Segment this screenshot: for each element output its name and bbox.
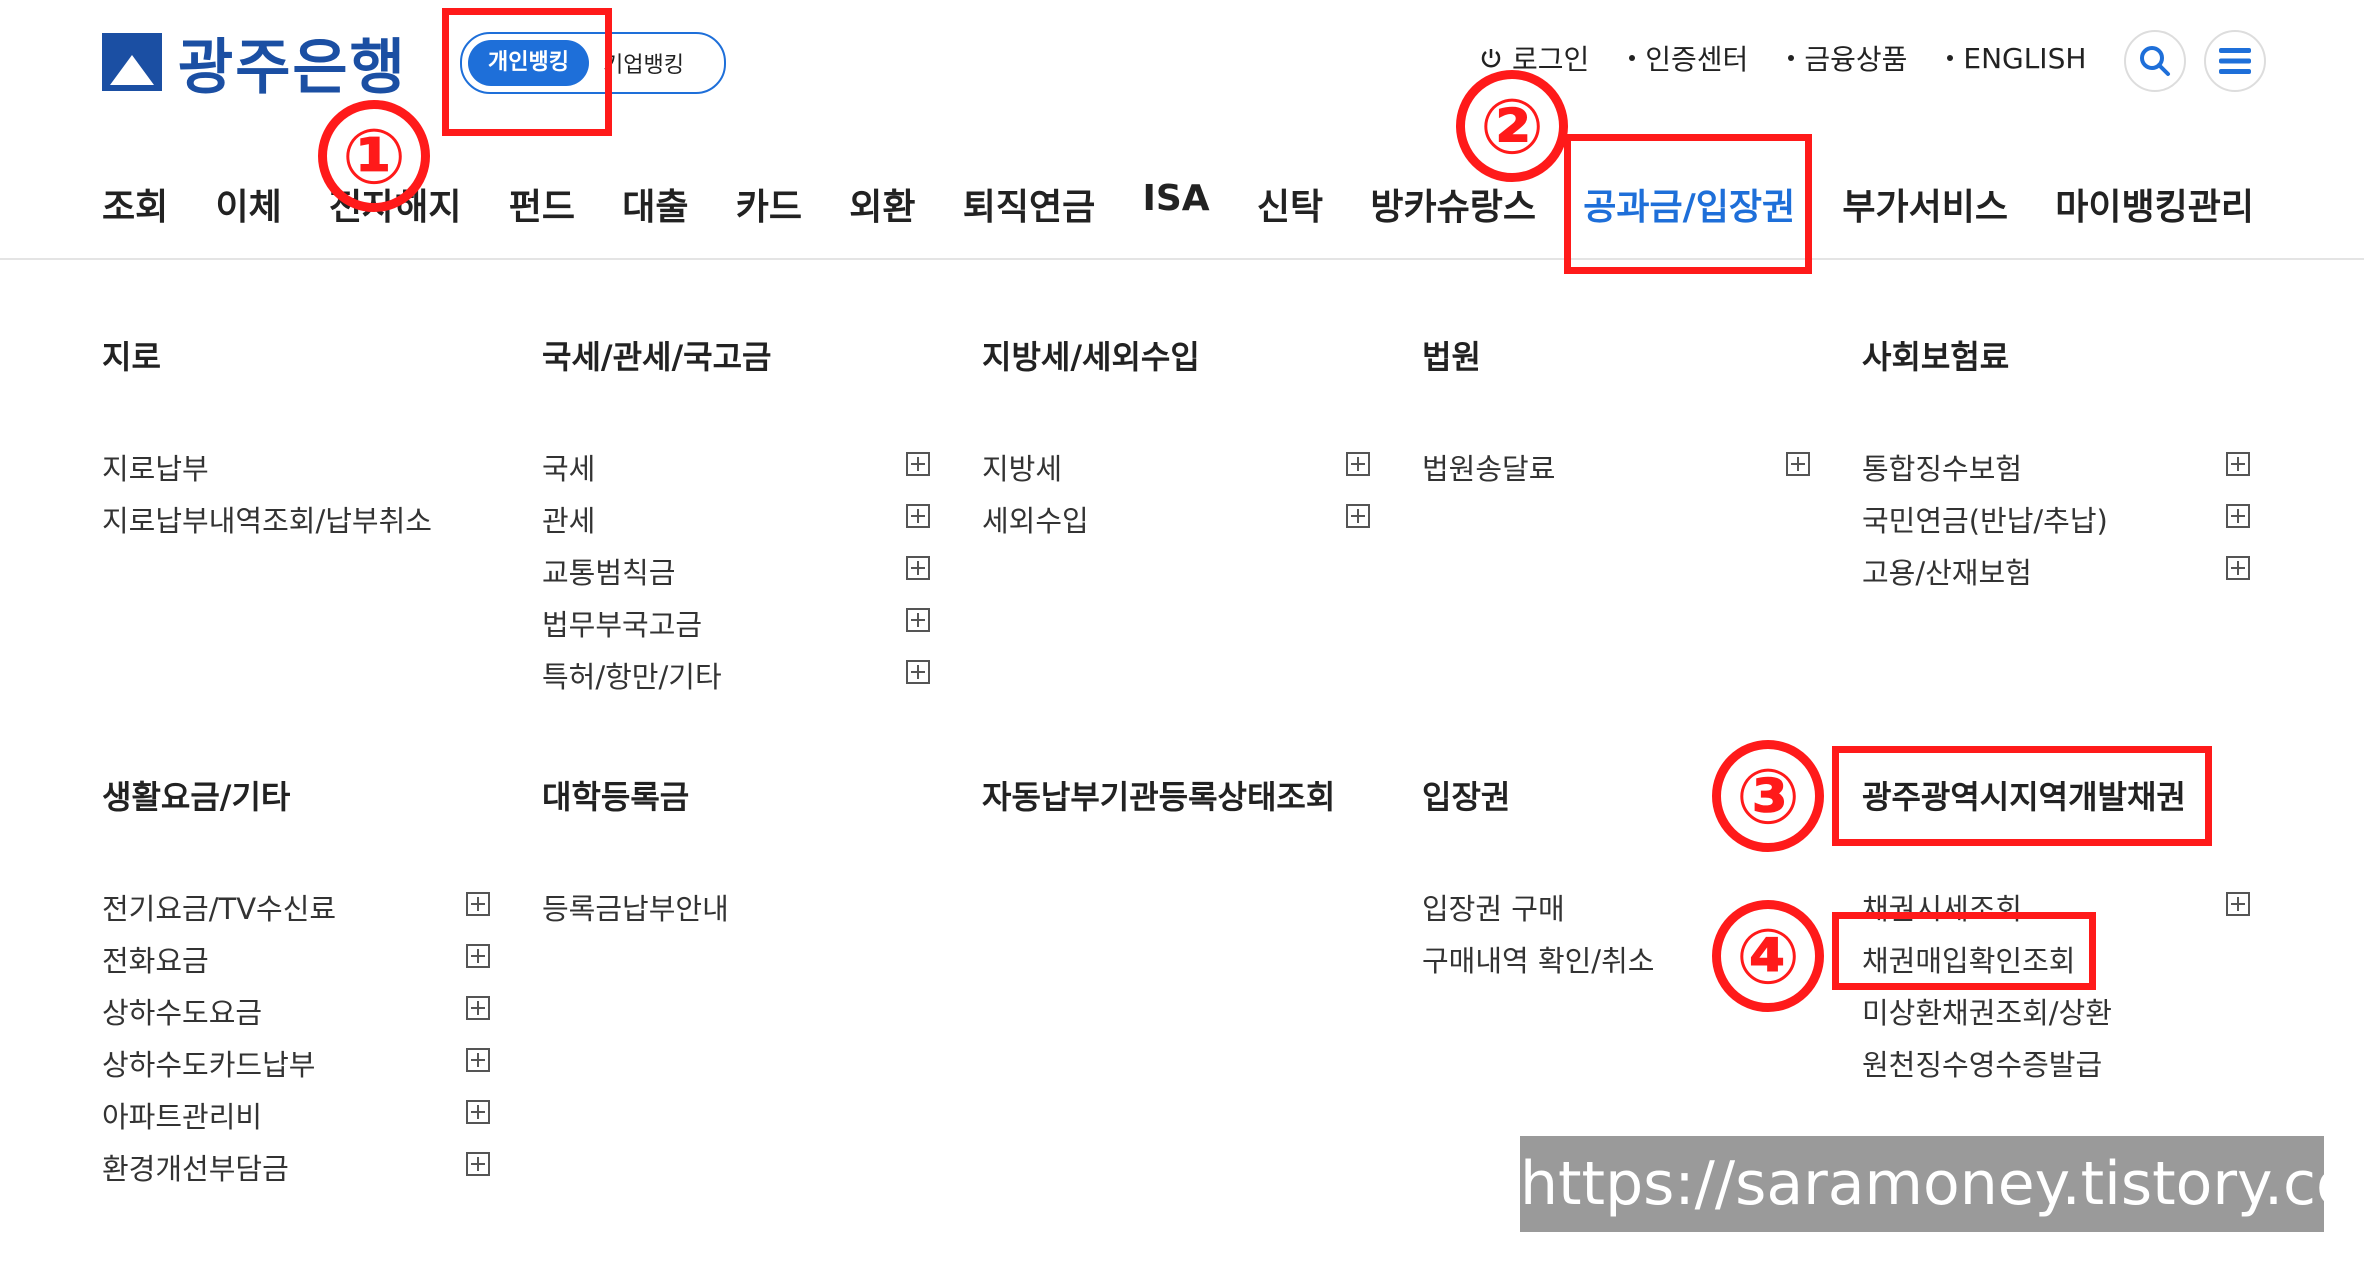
menu-item[interactable]: 환경개선부담금 <box>102 1146 289 1188</box>
expand-plus-icon[interactable] <box>906 556 930 580</box>
menu-item[interactable]: 특허/항만/기타 <box>542 654 722 696</box>
menu-item[interactable]: 상하수도요금 <box>102 990 262 1032</box>
power-icon <box>1481 49 1501 68</box>
bullet-icon <box>1788 55 1795 61</box>
menu-item[interactable]: 입장권 구매 <box>1422 886 1565 928</box>
menu-item[interactable]: 전화요금 <box>102 938 209 980</box>
nav-isa[interactable]: ISA <box>1142 178 1209 230</box>
nav-bancassurance[interactable]: 방카슈랑스 <box>1370 178 1536 230</box>
nav-extra-service[interactable]: 부가서비스 <box>1842 178 2008 230</box>
expand-plus-icon[interactable] <box>906 504 930 528</box>
menu-title-tuition[interactable]: 대학등록금 <box>542 772 689 818</box>
logo-mark-icon <box>102 33 162 91</box>
bullet-icon <box>1629 55 1636 61</box>
expand-plus-icon[interactable] <box>906 452 930 476</box>
menu-item[interactable]: 교통범칙금 <box>542 550 675 592</box>
annotation-box-3 <box>1832 746 2212 846</box>
english-label: ENGLISH <box>1963 41 2087 75</box>
menu-item[interactable]: 통합징수보험 <box>1862 446 2022 488</box>
menu-title-auto-pay[interactable]: 자동납부기관등록상태조회 <box>982 772 1335 818</box>
products-label: 금융상품 <box>1804 43 1908 76</box>
hamburger-icon <box>2219 48 2251 74</box>
menu-item[interactable]: 법무부국고금 <box>542 602 702 644</box>
search-icon <box>2140 46 2170 76</box>
menu-item[interactable]: 원천징수영수증발급 <box>1862 1042 2102 1084</box>
annotation-number-2: ② <box>1456 70 1568 182</box>
expand-plus-icon[interactable] <box>2226 504 2250 528</box>
expand-plus-icon[interactable] <box>2226 556 2250 580</box>
expand-plus-icon[interactable] <box>466 1152 490 1176</box>
cert-center-link[interactable]: 인증센터 <box>1629 38 1748 78</box>
nav-foreign-exchange[interactable]: 외환 <box>849 178 915 230</box>
expand-plus-icon[interactable] <box>906 660 930 684</box>
menu-item[interactable]: 세외수입 <box>982 498 1089 540</box>
annotation-box-1 <box>442 8 612 136</box>
annotation-number-4: ④ <box>1712 900 1824 1012</box>
expand-plus-icon[interactable] <box>1786 452 1810 476</box>
annotation-box-2 <box>1564 134 1812 274</box>
menu-title-court[interactable]: 법원 <box>1422 332 1481 378</box>
annotation-box-4 <box>1832 912 2096 990</box>
annotation-number-1: ① <box>318 100 430 212</box>
expand-plus-icon[interactable] <box>466 892 490 916</box>
nav-inquiry[interactable]: 조회 <box>102 178 168 230</box>
expand-plus-icon[interactable] <box>2226 892 2250 916</box>
menu-item[interactable]: 등록금납부안내 <box>542 886 729 928</box>
expand-plus-icon[interactable] <box>906 608 930 632</box>
menu-item[interactable]: 지방세 <box>982 446 1062 488</box>
annotation-number-3: ③ <box>1712 740 1824 852</box>
nav-fund[interactable]: 펀드 <box>509 178 575 230</box>
expand-plus-icon[interactable] <box>466 944 490 968</box>
utility-links: 로그인 인증센터 금융상품 ENGLISH <box>1480 38 2086 78</box>
main-navigation: 조회 이체 전자해지 펀드 대출 카드 외환 퇴직연금 ISA 신탁 방카슈랑스… <box>102 178 2254 230</box>
nav-pension[interactable]: 퇴직연금 <box>963 178 1095 230</box>
expand-plus-icon[interactable] <box>2226 452 2250 476</box>
menu-title-local-tax[interactable]: 지방세/세외수입 <box>982 332 1200 378</box>
expand-plus-icon[interactable] <box>466 1048 490 1072</box>
menu-item[interactable]: 상하수도카드납부 <box>102 1042 315 1084</box>
english-link[interactable]: ENGLISH <box>1947 38 2086 78</box>
menu-item[interactable]: 지로납부내역조회/납부취소 <box>102 498 432 540</box>
nav-loan[interactable]: 대출 <box>622 178 688 230</box>
expand-plus-icon[interactable] <box>466 1100 490 1124</box>
menu-title-national-tax[interactable]: 국세/관세/국고금 <box>542 332 771 378</box>
menu-title-ticket[interactable]: 입장권 <box>1422 772 1510 818</box>
nav-transfer[interactable]: 이체 <box>216 178 282 230</box>
menu-title-social-insurance[interactable]: 사회보험료 <box>1862 332 2009 378</box>
menu-item[interactable]: 전기요금/TV수신료 <box>102 886 336 928</box>
menu-item[interactable]: 법원송달료 <box>1422 446 1555 488</box>
nav-mybanking[interactable]: 마이뱅킹관리 <box>2055 178 2254 230</box>
menu-item[interactable]: 지로납부 <box>102 446 209 488</box>
cert-center-label: 인증센터 <box>1645 43 1749 76</box>
bullet-icon <box>1947 55 1954 61</box>
menu-item[interactable]: 구매내역 확인/취소 <box>1422 938 1654 980</box>
menu-item[interactable]: 관세 <box>542 498 595 540</box>
nav-card[interactable]: 카드 <box>736 178 802 230</box>
menu-item[interactable]: 미상환채권조회/상환 <box>1862 990 2112 1032</box>
menu-title-living[interactable]: 생활요금/기타 <box>102 772 290 818</box>
search-button[interactable] <box>2124 30 2186 92</box>
menu-button[interactable] <box>2204 30 2266 92</box>
menu-item[interactable]: 국민연금(반납/추납) <box>1862 498 2108 540</box>
logo-text: 광주은행 <box>178 32 407 103</box>
menu-title-giro[interactable]: 지로 <box>102 332 161 378</box>
menu-item[interactable]: 고용/산재보험 <box>1862 550 2032 592</box>
menu-item[interactable]: 국세 <box>542 446 595 488</box>
menu-item[interactable]: 아파트관리비 <box>102 1094 262 1136</box>
watermark: https://saramoney.tistory.com <box>1520 1136 2364 1232</box>
expand-plus-icon[interactable] <box>466 996 490 1020</box>
expand-plus-icon[interactable] <box>1346 452 1370 476</box>
products-link[interactable]: 금융상품 <box>1788 38 1907 78</box>
nav-trust[interactable]: 신탁 <box>1257 178 1323 230</box>
bank-logo[interactable]: 광주은행 <box>102 30 407 103</box>
nav-divider <box>0 258 2364 260</box>
expand-plus-icon[interactable] <box>1346 504 1370 528</box>
